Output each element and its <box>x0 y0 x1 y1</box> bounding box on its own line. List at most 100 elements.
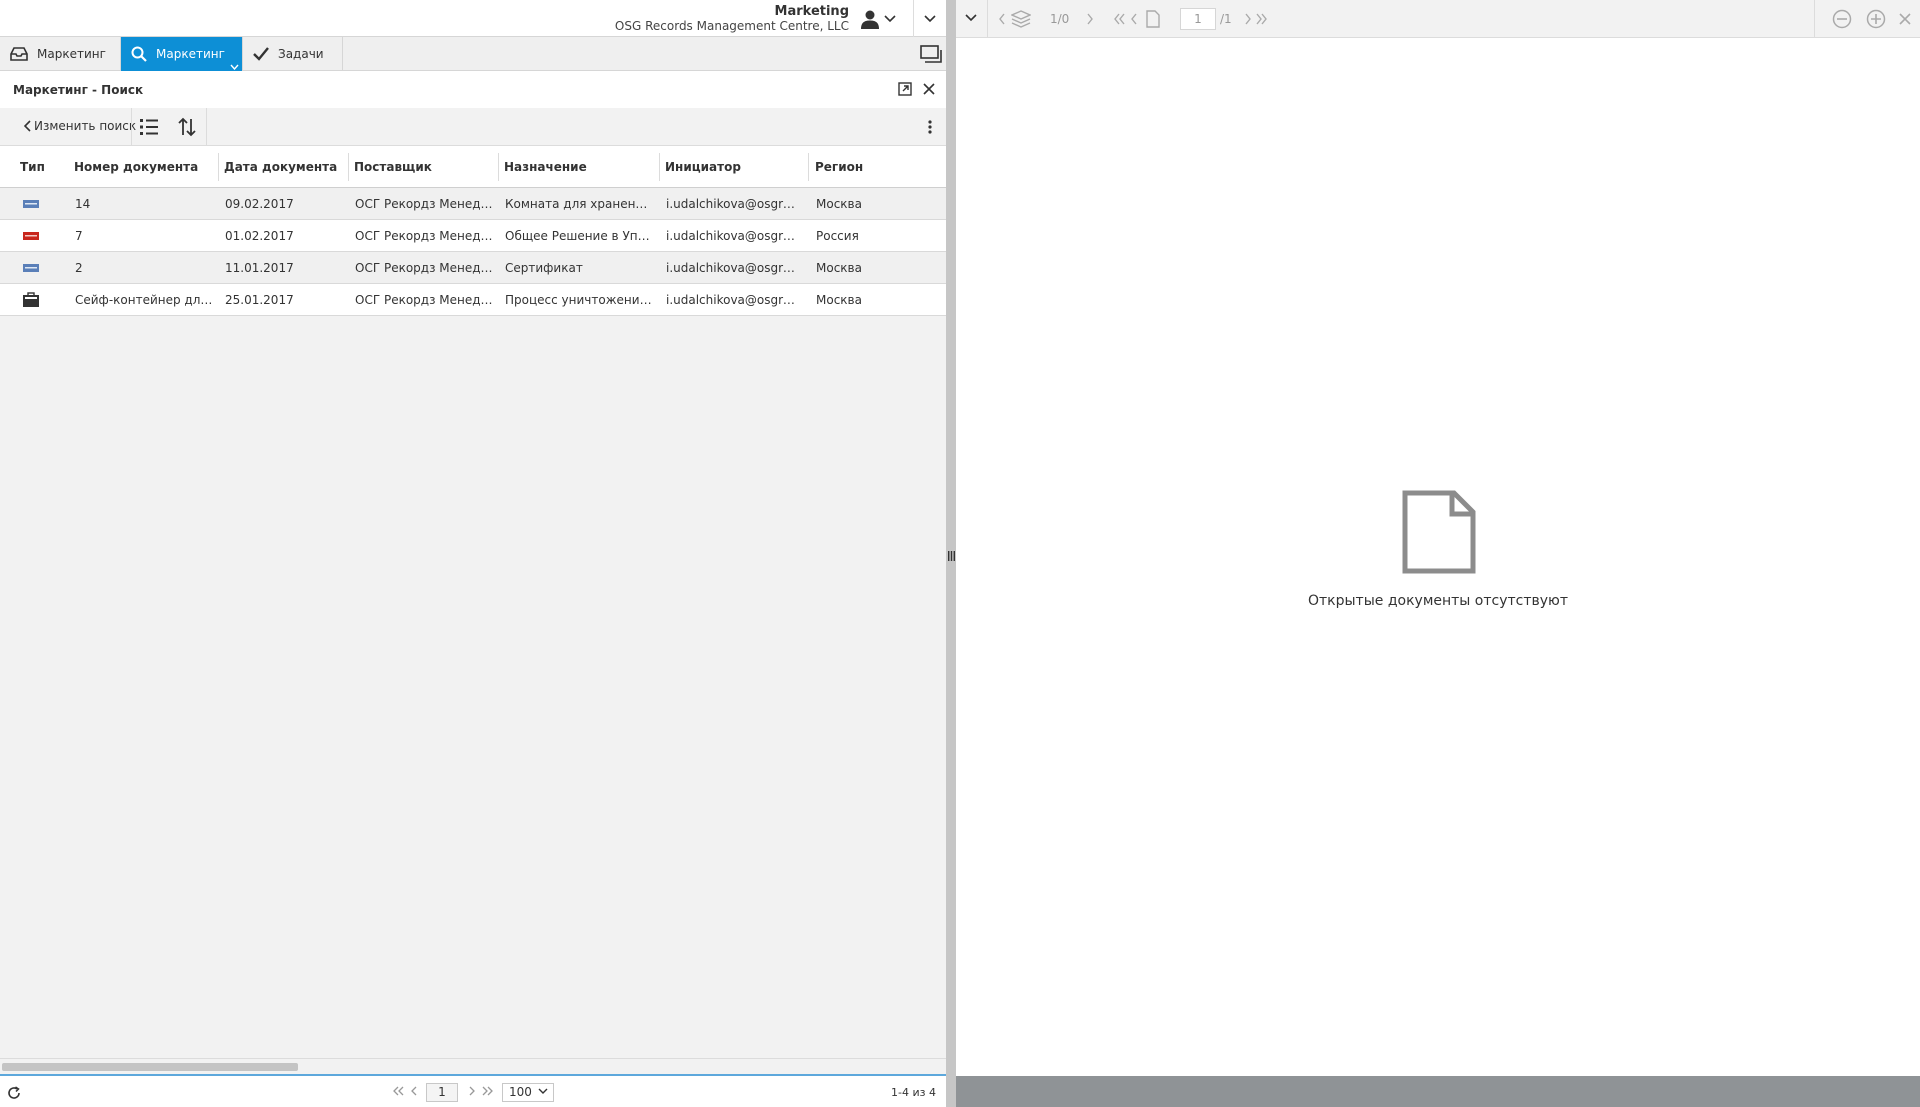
empty-message: Открытые документы отсутствуют <box>1307 593 1568 609</box>
viewer-status-bar <box>956 1076 1920 1107</box>
document-viewer: 1/0 1 /1 Открытые документы отсутствуют <box>956 0 1920 1107</box>
double-chevron-left-icon <box>1113 13 1125 25</box>
first-page-button[interactable] <box>392 1085 404 1097</box>
prev-page-button[interactable] <box>410 1085 418 1097</box>
layers-button[interactable] <box>1011 10 1031 28</box>
tab-label: Задачи <box>278 47 324 61</box>
cell-supplier: ОСГ Рекордз Менедж... <box>355 229 495 243</box>
org-name: Marketing <box>774 4 849 19</box>
org-company: OSG Records Management Centre, LLC <box>614 19 849 33</box>
user-menu-button[interactable] <box>860 7 908 31</box>
result-count: 1-4 из 4 <box>891 1086 936 1099</box>
results-toolbar: Изменить поиск <box>0 108 946 146</box>
table-row[interactable]: 14 09.02.2017 ОСГ Рекордз Менедж... Комн… <box>0 188 946 220</box>
external-link-icon <box>898 82 914 96</box>
zoom-in-button[interactable] <box>1866 9 1886 29</box>
column-header-doc-date[interactable]: Дата документа <box>224 160 337 174</box>
chevron-down-icon <box>965 14 977 22</box>
column-divider[interactable] <box>498 153 499 181</box>
last-page-button[interactable] <box>482 1085 494 1097</box>
more-vertical-icon <box>922 117 938 137</box>
modify-search-label: Изменить поиск <box>34 119 137 133</box>
window-mode-button[interactable] <box>920 45 942 63</box>
next-page-button[interactable] <box>468 1085 476 1097</box>
panel-header: Маркетинг - Поиск <box>0 72 946 108</box>
empty-document-icon <box>1402 490 1476 574</box>
panel-title: Маркетинг - Поиск <box>13 83 144 97</box>
table-row[interactable]: Сейф-контейнер для у... 25.01.2017 ОСГ Р… <box>0 284 946 316</box>
cell-region: Россия <box>816 229 859 243</box>
tab-marketing-inbox[interactable]: Маркетинг <box>0 37 121 71</box>
table-row[interactable]: 2 11.01.2017 ОСГ Рекордз Менедж... Серти… <box>0 252 946 284</box>
page-size-select[interactable]: 100 <box>502 1083 554 1102</box>
column-divider[interactable] <box>659 153 660 181</box>
page-size-value: 100 <box>509 1085 532 1099</box>
cell-doc-number: 7 <box>75 229 83 243</box>
horizontal-scrollbar[interactable] <box>0 1058 946 1074</box>
popout-button[interactable] <box>898 82 914 98</box>
scrollbar-thumb[interactable] <box>2 1063 298 1071</box>
pdf-icon <box>23 230 39 242</box>
more-options-button[interactable] <box>922 117 938 137</box>
column-divider[interactable] <box>348 153 349 181</box>
column-header-initiator[interactable]: Инициатор <box>665 160 741 174</box>
page-number-input[interactable]: 1 <box>426 1083 458 1102</box>
prev-layer-button[interactable] <box>998 13 1006 25</box>
tab-tasks[interactable]: Задачи <box>243 37 343 71</box>
modify-search-button[interactable]: Изменить поиск <box>24 119 136 133</box>
cell-doc-date: 11.01.2017 <box>225 261 294 275</box>
column-divider[interactable] <box>218 153 219 181</box>
document-icon <box>23 262 39 274</box>
next-layer-button[interactable] <box>1086 13 1094 25</box>
page-thumbnail-button[interactable] <box>1146 10 1160 28</box>
layers-icon <box>1011 10 1031 28</box>
top-bar: Marketing OSG Records Management Centre,… <box>0 0 946 37</box>
cell-purpose: Процесс уничтожения д... <box>505 293 655 307</box>
refresh-button[interactable] <box>7 1086 21 1100</box>
column-header-type[interactable]: Тип <box>20 160 45 174</box>
search-pane: Marketing OSG Records Management Centre,… <box>0 0 946 1107</box>
last-page-button[interactable] <box>1256 13 1268 25</box>
tab-bar: Маркетинг Маркетинг Задачи <box>0 37 946 71</box>
double-chevron-right-icon <box>482 1085 494 1097</box>
column-header-supplier[interactable]: Поставщик <box>354 160 432 174</box>
viewer-menu-button[interactable] <box>965 14 977 22</box>
chevron-left-icon <box>410 1085 418 1097</box>
cell-region: Москва <box>816 261 862 275</box>
sort-button[interactable] <box>176 117 198 137</box>
first-page-button[interactable] <box>1113 13 1125 25</box>
chevron-down-icon <box>538 1088 548 1095</box>
zoom-out-button[interactable] <box>1832 9 1852 29</box>
close-panel-button[interactable] <box>922 82 938 98</box>
close-viewer-button[interactable] <box>1898 12 1912 26</box>
cell-doc-date: 01.02.2017 <box>225 229 294 243</box>
cell-doc-date: 25.01.2017 <box>225 293 294 307</box>
chevron-down-icon <box>924 14 936 23</box>
cell-supplier: ОСГ Рекордз Менедж... <box>355 293 495 307</box>
next-page-button[interactable] <box>1244 13 1252 25</box>
toolbar-divider <box>987 0 988 38</box>
viewer-toolbar: 1/0 1 /1 <box>956 0 1920 38</box>
pane-splitter[interactable] <box>946 0 956 1107</box>
cell-doc-number: Сейф-контейнер для у... <box>75 293 215 307</box>
tab-marketing-search[interactable]: Маркетинг <box>121 37 243 71</box>
cell-purpose: Комната для хранения... <box>505 197 655 211</box>
column-header-doc-number[interactable]: Номер документа <box>74 160 198 174</box>
column-header-region[interactable]: Регион <box>815 160 863 174</box>
table-header: Тип Номер документа Дата документа Поста… <box>0 146 946 188</box>
cell-initiator: i.udalchikova@osgrm.ru <box>666 261 806 275</box>
collapse-header-button[interactable] <box>913 0 946 37</box>
list-view-button[interactable] <box>138 117 160 137</box>
chevron-right-icon <box>1244 13 1252 25</box>
column-divider[interactable] <box>808 153 809 181</box>
cell-supplier: ОСГ Рекордз Менедж... <box>355 261 495 275</box>
table-row[interactable]: 7 01.02.2017 ОСГ Рекордз Менедж... Общее… <box>0 220 946 252</box>
prev-page-button[interactable] <box>1130 13 1138 25</box>
column-header-purpose[interactable]: Назначение <box>504 160 587 174</box>
chevron-down-icon[interactable] <box>230 64 239 70</box>
chevron-right-icon <box>1086 13 1094 25</box>
cell-initiator: i.udalchikova@osgrm.ru <box>666 293 806 307</box>
viewer-page-input[interactable]: 1 <box>1180 8 1216 30</box>
cell-doc-number: 2 <box>75 261 83 275</box>
refresh-icon <box>7 1086 21 1100</box>
